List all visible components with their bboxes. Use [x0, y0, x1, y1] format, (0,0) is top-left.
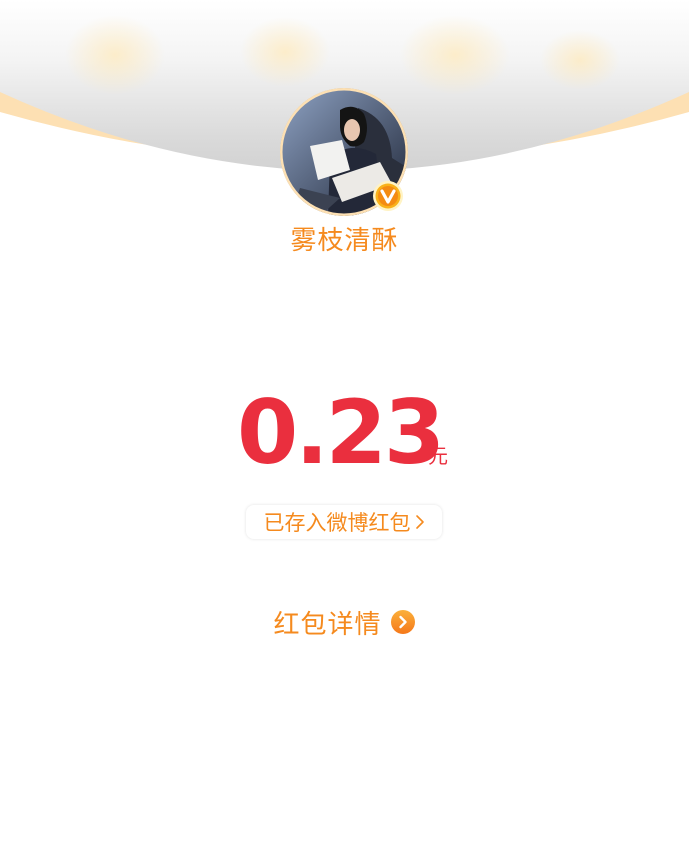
chevron-right-icon — [415, 515, 424, 529]
avatar-container[interactable] — [280, 88, 408, 216]
amount-row: 0.23 元 — [0, 378, 689, 488]
saved-label: 已存入微博红包 — [263, 511, 411, 535]
details-label: 红包详情 — [273, 609, 382, 640]
arrow-circle-icon — [390, 610, 415, 634]
amount-value: 0.23 — [237, 381, 445, 484]
username: 雾枝清酥 — [290, 226, 399, 256]
saved-to-wallet-link[interactable]: 已存入微博红包 — [246, 505, 442, 539]
red-packet-details-link[interactable]: 红包详情 — [0, 602, 689, 642]
verified-v-icon — [372, 180, 404, 212]
amount-unit: 元 — [428, 444, 448, 468]
